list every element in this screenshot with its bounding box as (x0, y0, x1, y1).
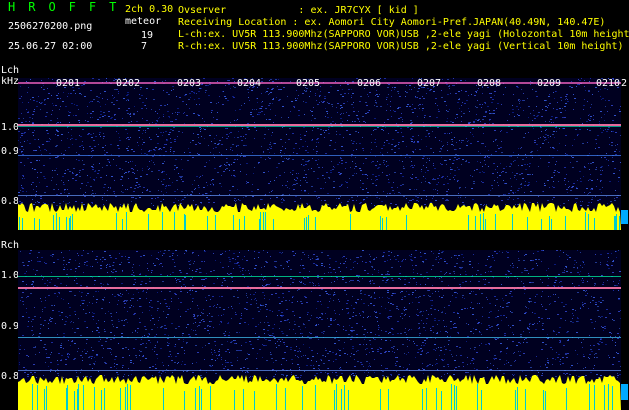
location-line: Receiving Location : ex. Aomori City Aom… (178, 17, 606, 28)
lch-spectrogram-canvas (18, 78, 621, 230)
end-mark: 2 (621, 78, 628, 89)
time-label: 0210 (596, 78, 621, 89)
meteor-count-lch: 19 (141, 30, 154, 41)
lch-info-line: L-ch:ex. UV5R 113.900Mhz(SAPPORO VOR)USB… (178, 29, 629, 40)
rch-spectrogram-canvas (18, 250, 621, 410)
lch-unit: kHz (1, 76, 20, 87)
datetime: 25.06.27 02:00 (8, 41, 93, 52)
meteor-count-rch: 7 (141, 41, 148, 52)
rch-spectrogram (18, 250, 621, 410)
rch-tick-3: 0.8 (1, 371, 20, 382)
observer-line: Ovserver : ex. JR7CYX [ kid ] (178, 5, 419, 16)
lch-tick-2: 0.9 (1, 146, 20, 157)
time-label: 0203 (177, 78, 202, 89)
rch-tick-2: 0.9 (1, 321, 20, 332)
app-title: HROFFT (8, 0, 130, 14)
time-label: 0207 (417, 78, 442, 89)
lch-label: Lch (1, 65, 20, 76)
rch-info-line: R-ch:ex. UV5R 113.900Mhz(SAPPORO VOR)USB… (178, 41, 624, 52)
time-label: 0206 (357, 78, 382, 89)
rch-tick-1: 1.0 (1, 270, 20, 281)
lch-level-marker (621, 210, 628, 224)
time-label: 0209 (537, 78, 562, 89)
rch-label: Rch (1, 240, 20, 251)
lch-spectrogram: 0201 0202 0203 0204 0205 0206 0207 0208 … (18, 78, 621, 230)
rch-level-marker (621, 384, 628, 400)
time-label: 0201 (56, 78, 81, 89)
time-label: 0208 (477, 78, 502, 89)
filename: 2506270200.png (8, 21, 93, 32)
lch-tick-3: 0.8 (1, 196, 20, 207)
time-label: 0204 (237, 78, 262, 89)
lch-tick-1: 1.0 (1, 122, 20, 133)
time-label: 0205 (296, 78, 321, 89)
meteor-label: meteor (125, 16, 162, 27)
time-label: 0202 (116, 78, 141, 89)
version: 2ch 0.30 (125, 4, 174, 15)
